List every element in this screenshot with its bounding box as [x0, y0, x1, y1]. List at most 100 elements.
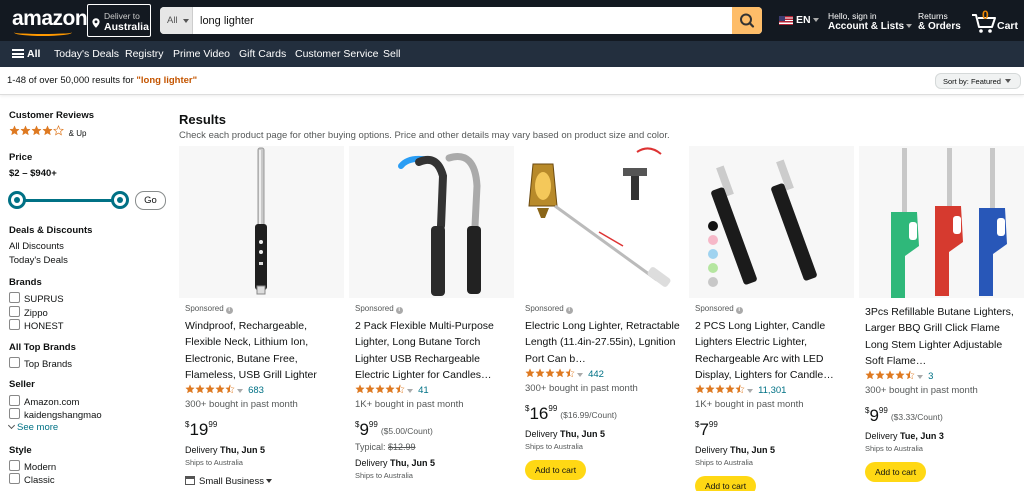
nav-gift-cards[interactable]: Gift Cards [239, 41, 286, 67]
product-price[interactable]: $999($3.33/Count) [865, 406, 1021, 428]
product-price[interactable]: $1699($16.99/Count) [525, 404, 681, 426]
stars-icon [355, 384, 405, 397]
add-to-cart-button[interactable]: Add to cart [525, 460, 587, 480]
search-category-dropdown[interactable]: All [160, 7, 193, 34]
results-count-text: 1-48 of over 50,000 results for [7, 75, 137, 86]
deals-heading: Deals & Discounts [9, 225, 93, 236]
product-price[interactable]: $999($5.00/Count) [355, 420, 511, 442]
seller-checkbox-amazon[interactable]: Amazon.com [9, 395, 79, 408]
price-go-button[interactable]: Go [135, 191, 166, 210]
search-button[interactable] [732, 7, 762, 34]
seller-heading: Seller [9, 379, 35, 390]
cart-button[interactable]: 0 Cart [970, 8, 1020, 34]
product-card: Sponsored 2 Pack Flexible Multi-Purpose … [349, 146, 514, 491]
product-card: Sponsored 2 PCS Long Lighter, Candle Lig… [689, 146, 854, 491]
product-card: Sponsored Electric Long Lighter, Retract… [519, 146, 684, 491]
unit-price: ($3.33/Count) [890, 412, 943, 422]
product-rating[interactable]: 683 [185, 384, 341, 399]
review-count[interactable]: 11,301 [758, 385, 786, 396]
price-whole: 16 [529, 404, 549, 423]
delivery-info: Delivery Thu, Jun 5 [525, 429, 681, 442]
nav-registry[interactable]: Registry [125, 41, 164, 67]
see-more-sellers-link[interactable]: See more [7, 421, 58, 433]
unit-price: ($16.99/Count) [560, 410, 617, 420]
product-title[interactable]: 3Pcs Refillable Butane Lighters, Larger … [865, 304, 1021, 369]
nav-customer-service[interactable]: Customer Service [295, 41, 378, 67]
review-count[interactable]: 442 [588, 369, 604, 380]
typical-price: Typical: $12.99 [355, 442, 511, 455]
store-icon [185, 476, 195, 485]
delivery-info: Delivery Thu, Jun 5 [695, 445, 851, 458]
results-subheading: Check each product page for other buying… [179, 130, 670, 141]
delivery-label: Delivery [865, 431, 898, 441]
hamburger-icon [12, 49, 24, 58]
style-checkbox-modern[interactable]: Modern [9, 460, 56, 473]
nav-sell[interactable]: Sell [383, 41, 401, 67]
product-image[interactable] [519, 146, 684, 298]
review-count[interactable]: 3 [928, 371, 933, 382]
cart-label: Cart [997, 20, 1019, 32]
add-to-cart-button[interactable]: Add to cart [865, 462, 927, 482]
product-rating[interactable]: 442 [525, 368, 681, 383]
small-business-badge[interactable]: Small Business [185, 476, 341, 487]
rating-filter-4-up[interactable]: & Up [9, 125, 86, 139]
all-menu-button[interactable]: All [12, 41, 40, 67]
delivery-date: Thu, Jun 5 [730, 445, 776, 455]
product-title[interactable]: 2 Pack Flexible Multi-Purpose Lighter, L… [355, 318, 511, 383]
style-checkbox-classic[interactable]: Classic [9, 473, 55, 486]
product-rating[interactable]: 3 [865, 370, 1021, 385]
stars-icon [695, 384, 745, 397]
product-image[interactable] [859, 146, 1024, 298]
sponsored-label: Sponsored [695, 304, 851, 316]
returns-orders-link[interactable]: Returns & Orders [918, 11, 961, 33]
bought-count: 300+ bought in past month [865, 385, 978, 396]
top-nav: amazon Deliver to Australia All EN Hello… [0, 0, 1024, 41]
deliver-to-button[interactable]: Deliver to Australia [87, 4, 151, 37]
brand-checkbox-zippo[interactable]: Zippo [9, 306, 48, 319]
chevron-down-icon [577, 373, 583, 377]
product-image[interactable] [689, 146, 854, 298]
sort-value: Featured [970, 77, 1001, 86]
top-brands-heading: All Top Brands [9, 342, 76, 353]
price-slider-min-handle[interactable] [8, 191, 26, 209]
product-image[interactable] [179, 146, 344, 298]
small-business-label: Small Business [199, 476, 264, 487]
brand-checkbox-honest[interactable]: HONEST [9, 319, 64, 332]
deals-all-discounts[interactable]: All Discounts [9, 241, 64, 252]
chevron-down-icon [747, 389, 753, 393]
seller-checkbox-kaidengshangmao[interactable]: kaidengshangmao [9, 408, 102, 421]
product-image[interactable] [349, 146, 514, 298]
ships-to: Ships to Australia [185, 458, 243, 467]
product-title[interactable]: 2 PCS Long Lighter, Candle Lighters Elec… [695, 318, 851, 383]
price-slider-track[interactable] [17, 199, 120, 202]
deliver-location: Australia [104, 21, 149, 33]
returns-label: Returns [918, 11, 948, 21]
brand-checkbox-suprus[interactable]: SUPRUS [9, 292, 64, 305]
nav-todays-deals[interactable]: Today's Deals [54, 41, 119, 67]
delivery-info: Delivery Thu, Jun 5 [355, 458, 511, 471]
deals-todays-deals[interactable]: Today's Deals [9, 255, 68, 266]
amazon-logo[interactable]: amazon [12, 7, 88, 31]
lighter-image-icon [398, 153, 481, 296]
product-title[interactable]: Windproof, Rechargeable, Flexible Neck, … [185, 318, 341, 383]
product-title[interactable]: Electric Long Lighter, Retractable Lengt… [525, 318, 681, 367]
delivery-info: Delivery Tue, Jun 3 [865, 431, 1021, 444]
sponsored-label: Sponsored [525, 304, 681, 316]
product-price[interactable]: $799 [695, 420, 851, 442]
filter-sidebar: Customer Reviews & Up Price $2 – $940+ G… [0, 95, 172, 491]
add-to-cart-button[interactable]: Add to cart [695, 476, 757, 491]
search-input[interactable] [193, 7, 733, 34]
review-count[interactable]: 41 [418, 385, 429, 396]
product-price[interactable]: $1999 [185, 420, 341, 442]
sort-dropdown[interactable]: Sort by: Featured [935, 73, 1021, 89]
product-rating[interactable]: 41 [355, 384, 511, 399]
price-slider-max-handle[interactable] [111, 191, 129, 209]
top-brands-checkbox[interactable]: Top Brands [9, 357, 72, 370]
account-menu[interactable]: Hello, sign in Account & Lists [828, 11, 913, 33]
stars-icon [185, 384, 235, 397]
product-rating[interactable]: 11,301 [695, 384, 851, 399]
nav-prime-video[interactable]: Prime Video [173, 41, 230, 67]
product-card: 3Pcs Refillable Butane Lighters, Larger … [859, 146, 1024, 491]
ships-to: Ships to Australia [695, 458, 753, 467]
review-count[interactable]: 683 [248, 385, 264, 396]
